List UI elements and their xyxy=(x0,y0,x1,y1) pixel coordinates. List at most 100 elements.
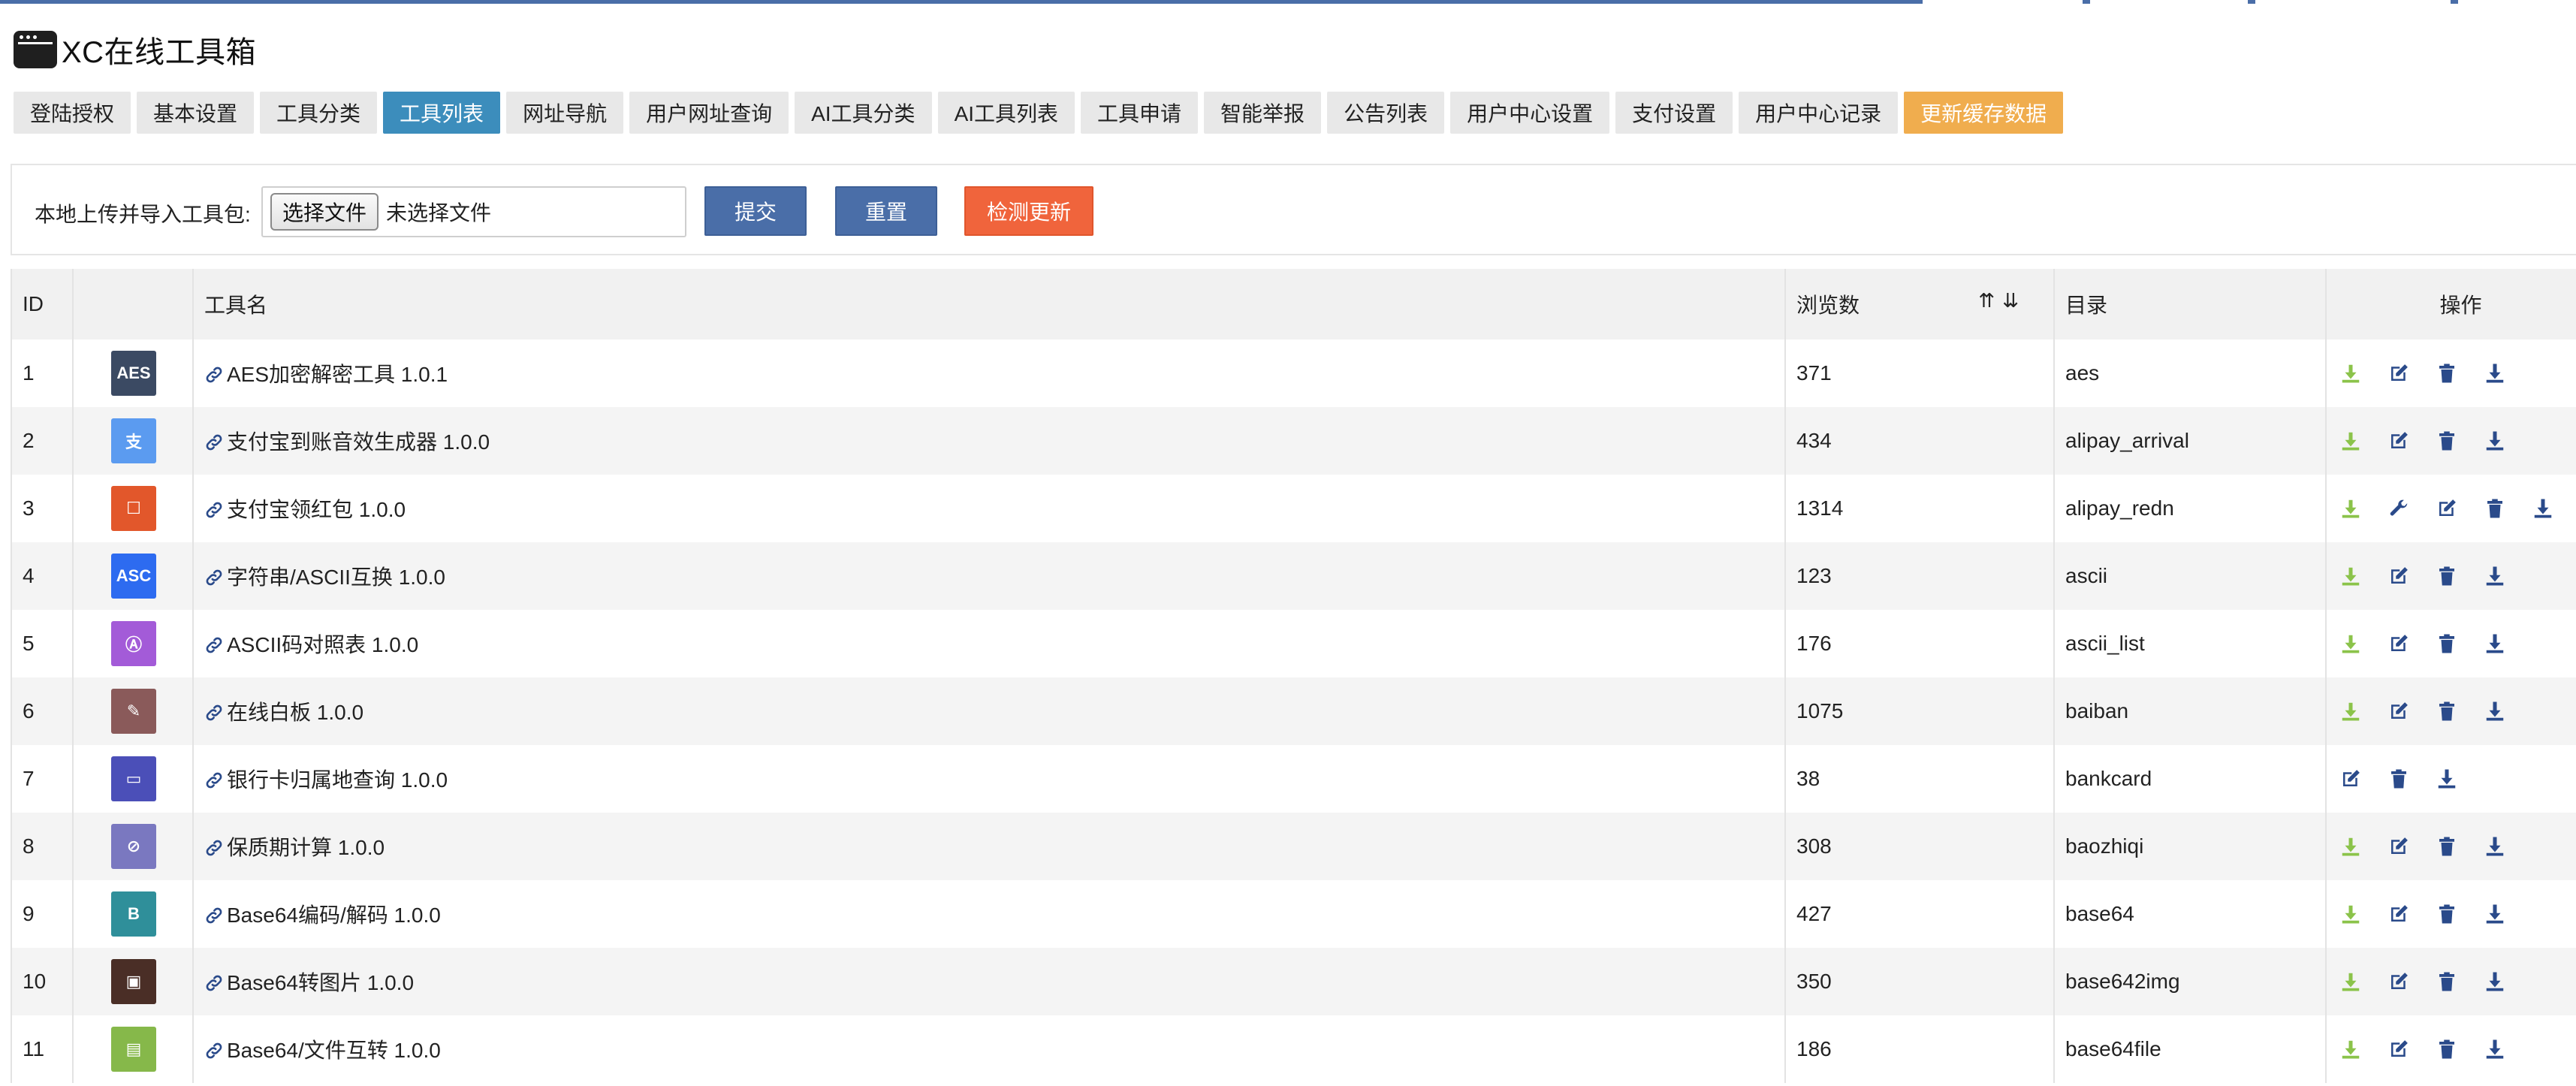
trash-icon[interactable] xyxy=(2423,561,2471,591)
install-icon[interactable] xyxy=(2327,426,2375,456)
table-row: 10 ▣ Base64转图片 1.0.0 350 base642img xyxy=(11,948,2576,1015)
link-icon[interactable] xyxy=(204,770,227,792)
install-icon[interactable] xyxy=(2327,967,2375,997)
tab-13[interactable]: 用户中心记录 xyxy=(1739,92,1899,134)
trash-icon[interactable] xyxy=(2423,629,2471,659)
header-views: 浏览数 ⇈⇊ xyxy=(1784,269,2054,339)
edit-icon[interactable] xyxy=(2375,629,2423,659)
tab-bar: 登陆授权 基本设置 工具分类 工具列表 网址导航 用户网址查询 AI工具分类 AI工具列表 工具… xyxy=(14,92,2064,134)
tab-4[interactable]: 网址导航 xyxy=(506,92,624,134)
cell-name: 在线白板 1.0.0 xyxy=(192,677,1785,745)
link-icon[interactable] xyxy=(204,499,227,522)
tool-name[interactable]: Base64/文件互转 1.0.0 xyxy=(227,1039,441,1062)
submit-button[interactable]: 提交 xyxy=(704,186,807,236)
download-icon[interactable] xyxy=(2471,561,2519,591)
file-input[interactable]: 选择文件 未选择文件 xyxy=(261,186,686,237)
install-icon[interactable] xyxy=(2327,358,2375,388)
link-icon[interactable] xyxy=(204,905,227,928)
trash-icon[interactable] xyxy=(2423,831,2471,861)
link-icon[interactable] xyxy=(204,973,227,995)
trash-icon[interactable] xyxy=(2423,696,2471,726)
tool-name[interactable]: Base64编码/解码 1.0.0 xyxy=(227,903,441,927)
tab-7[interactable]: AI工具列表 xyxy=(937,92,1075,134)
tool-name[interactable]: ASCII码对照表 1.0.0 xyxy=(227,633,418,656)
cell-icon: B xyxy=(72,880,193,948)
tab-0[interactable]: 登陆授权 xyxy=(14,92,131,134)
sort-desc-icon[interactable]: ⇊ xyxy=(2002,289,2026,312)
tool-name[interactable]: 字符串/ASCII互换 1.0.0 xyxy=(227,566,445,589)
trash-icon[interactable] xyxy=(2471,493,2519,523)
edit-icon[interactable] xyxy=(2375,967,2423,997)
tool-name[interactable]: Base64转图片 1.0.0 xyxy=(227,971,414,994)
install-icon[interactable] xyxy=(2327,899,2375,929)
check-update-button[interactable]: 检测更新 xyxy=(964,186,1093,236)
download-icon[interactable] xyxy=(2519,493,2567,523)
trash-icon[interactable] xyxy=(2423,426,2471,456)
cell-icon: Ⓐ xyxy=(72,610,193,677)
edit-icon[interactable] xyxy=(2375,358,2423,388)
install-icon[interactable] xyxy=(2327,493,2375,523)
tool-name[interactable]: 支付宝到账音效生成器 1.0.0 xyxy=(227,430,490,454)
wrench-icon[interactable] xyxy=(2375,493,2423,523)
tool-thumbnail-icon: Ⓐ xyxy=(111,621,156,666)
edit-icon[interactable] xyxy=(2375,426,2423,456)
trash-icon[interactable] xyxy=(2423,358,2471,388)
trash-icon[interactable] xyxy=(2423,1034,2471,1064)
edit-icon[interactable] xyxy=(2327,764,2375,794)
choose-file-button[interactable]: 选择文件 xyxy=(270,193,379,231)
table-row: 4 ASC 字符串/ASCII互换 1.0.0 123 ascii xyxy=(11,542,2576,610)
tab-5[interactable]: 用户网址查询 xyxy=(629,92,789,134)
tab-9[interactable]: 智能举报 xyxy=(1204,92,1322,134)
download-icon[interactable] xyxy=(2471,696,2519,726)
link-icon[interactable] xyxy=(204,567,227,590)
tool-name[interactable]: AES加密解密工具 1.0.1 xyxy=(227,363,448,386)
edit-icon[interactable] xyxy=(2375,899,2423,929)
tool-thumbnail-icon: ▤ xyxy=(111,1027,156,1072)
download-icon[interactable] xyxy=(2471,358,2519,388)
install-icon[interactable] xyxy=(2327,629,2375,659)
tab-2[interactable]: 工具分类 xyxy=(260,92,378,134)
tab-14[interactable]: 更新缓存数据 xyxy=(1904,92,2064,134)
tab-10[interactable]: 公告列表 xyxy=(1327,92,1445,134)
download-icon[interactable] xyxy=(2423,764,2471,794)
edit-icon[interactable] xyxy=(2375,831,2423,861)
tool-name[interactable]: 银行卡归属地查询 1.0.0 xyxy=(227,768,448,792)
link-icon[interactable] xyxy=(204,432,227,454)
install-icon[interactable] xyxy=(2327,1034,2375,1064)
edit-icon[interactable] xyxy=(2423,493,2471,523)
download-icon[interactable] xyxy=(2471,831,2519,861)
tab-11[interactable]: 用户中心设置 xyxy=(1450,92,1610,134)
download-icon[interactable] xyxy=(2471,629,2519,659)
link-icon[interactable] xyxy=(204,364,227,387)
cell-id: 7 xyxy=(11,745,73,813)
tool-name[interactable]: 支付宝领红包 1.0.0 xyxy=(227,498,406,521)
install-icon[interactable] xyxy=(2327,696,2375,726)
tab-8[interactable]: 工具申请 xyxy=(1081,92,1199,134)
edit-icon[interactable] xyxy=(2375,561,2423,591)
tab-1[interactable]: 基本设置 xyxy=(137,92,255,134)
download-icon[interactable] xyxy=(2471,899,2519,929)
reset-button[interactable]: 重置 xyxy=(835,186,937,236)
sort-asc-icon[interactable]: ⇈ xyxy=(1978,289,2002,312)
install-icon[interactable] xyxy=(2327,831,2375,861)
tool-thumbnail-icon: ASC xyxy=(111,554,156,599)
tool-name[interactable]: 在线白板 1.0.0 xyxy=(227,701,363,724)
install-icon[interactable] xyxy=(2327,561,2375,591)
link-icon[interactable] xyxy=(204,837,227,860)
tab-3[interactable]: 工具列表 xyxy=(383,92,501,134)
trash-icon[interactable] xyxy=(2423,899,2471,929)
tool-name[interactable]: 保质期计算 1.0.0 xyxy=(227,836,385,859)
download-icon[interactable] xyxy=(2471,426,2519,456)
trash-icon[interactable] xyxy=(2375,764,2423,794)
link-icon[interactable] xyxy=(204,702,227,725)
edit-icon[interactable] xyxy=(2375,1034,2423,1064)
download-icon[interactable] xyxy=(2471,1034,2519,1064)
tab-12[interactable]: 支付设置 xyxy=(1615,92,1733,134)
trash-icon[interactable] xyxy=(2423,967,2471,997)
link-icon[interactable] xyxy=(204,1040,227,1063)
cell-dir: bankcard xyxy=(2053,745,2326,813)
download-icon[interactable] xyxy=(2471,967,2519,997)
tab-6[interactable]: AI工具分类 xyxy=(795,92,932,134)
link-icon[interactable] xyxy=(204,635,227,657)
edit-icon[interactable] xyxy=(2375,696,2423,726)
